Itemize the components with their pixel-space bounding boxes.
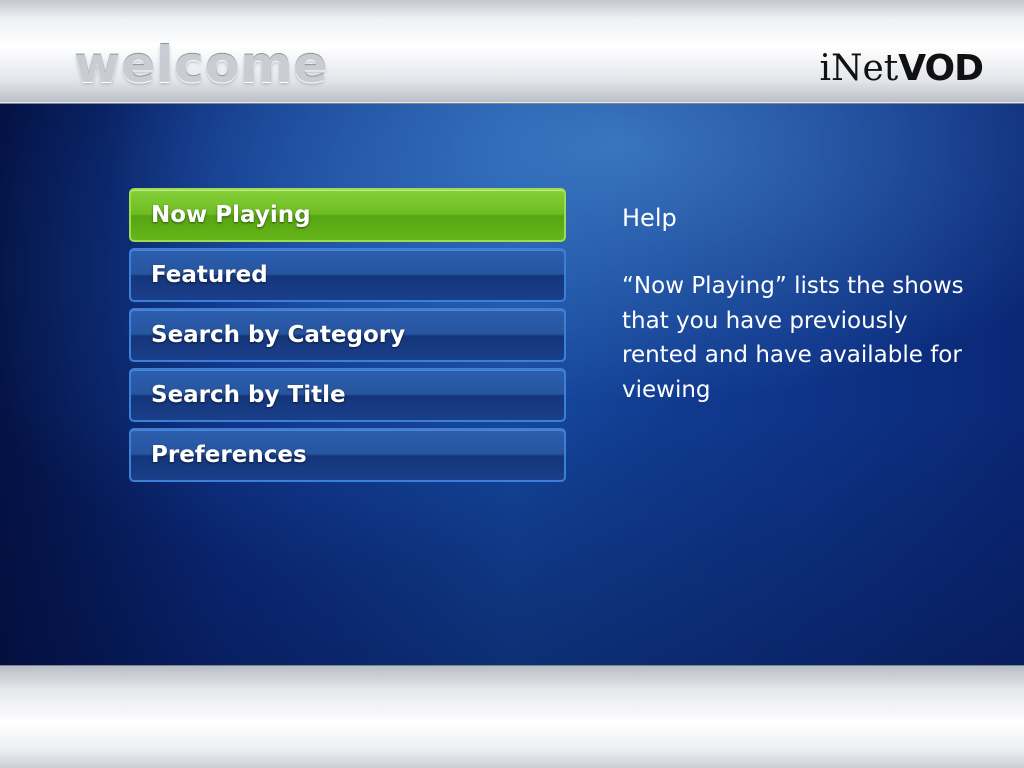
help-title: Help (622, 204, 677, 232)
menu-item-featured[interactable]: Featured (129, 248, 566, 302)
menu-item-search-by-category[interactable]: Search by Category (129, 308, 566, 362)
main-menu: Now Playing Featured Search by Category … (129, 188, 566, 488)
help-text: “Now Playing” lists the shows that you h… (622, 273, 964, 403)
menu-item-label: Now Playing (151, 202, 311, 228)
header-bar: welcome iNetVOD (0, 0, 1024, 104)
menu-item-preferences[interactable]: Preferences (129, 428, 566, 482)
menu-item-search-by-title[interactable]: Search by Title (129, 368, 566, 422)
brand-logo: iNetVOD (819, 48, 984, 90)
brand-logo-prefix: iNet (819, 48, 899, 89)
menu-item-now-playing[interactable]: Now Playing (129, 188, 566, 242)
help-panel: Help “Now Playing” lists the shows that … (622, 202, 982, 407)
menu-item-label: Search by Title (151, 382, 346, 408)
page-title: welcome (74, 36, 329, 94)
brand-logo-suffix: VOD (898, 48, 984, 89)
app-screen: welcome iNetVOD Now Playing Featured Sea… (0, 0, 1024, 768)
menu-item-label: Search by Category (151, 322, 406, 348)
footer-bar (0, 665, 1024, 768)
menu-item-label: Featured (151, 262, 268, 288)
menu-item-label: Preferences (151, 442, 307, 468)
